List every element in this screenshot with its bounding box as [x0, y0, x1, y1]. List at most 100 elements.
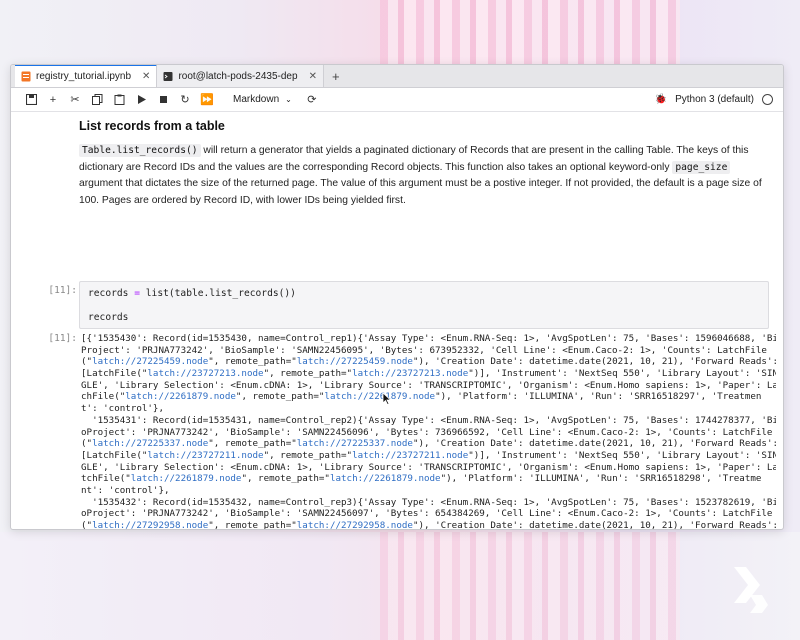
code-cell-input[interactable]: records = list(table.list_records()) rec…	[79, 281, 769, 329]
latch-link[interactable]: latch://2261879.node	[324, 391, 435, 402]
latch-link[interactable]: latch://27225337.node	[297, 438, 413, 449]
output-line: '1535432': Record(id=1535432, name=Contr…	[81, 497, 776, 509]
run-button[interactable]	[131, 91, 151, 109]
save-button[interactable]	[21, 91, 41, 109]
paste-button[interactable]	[109, 91, 129, 109]
output-line: ("latch://27225337.node", remote_path="l…	[81, 438, 776, 450]
kernel-name[interactable]: Python 3 (default)	[675, 94, 754, 105]
latch-link[interactable]: latch://27225459.node	[92, 356, 208, 367]
fast-forward-icon: ⏩	[200, 94, 214, 106]
output-text: ")], 'Instrument': 'NextSeq 550', 'Libra…	[468, 449, 776, 461]
output-line: ("latch://27225459.node", remote_path="l…	[81, 356, 776, 368]
plus-icon: +	[49, 93, 57, 106]
cell-heading: List records from a table	[79, 119, 225, 133]
output-line: tchFile("latch://2261879.node", remote_p…	[81, 473, 776, 485]
paste-icon	[114, 94, 124, 105]
play-icon	[137, 95, 146, 104]
terminal-icon	[163, 71, 173, 81]
latch-link[interactable]: latch://2261879.node	[330, 473, 441, 484]
notebook-toolbar: + ✂ ↻ ⏩ Markdown ⌄ ⟳ 🐞 Python 3 (default…	[11, 88, 783, 112]
latch-link[interactable]: latch://27225337.node	[92, 438, 208, 449]
code-cell-output: [{'1535430': Record(id=1535430, name=Con…	[81, 333, 776, 530]
output-text: "), 'Platform': 'ILLUMINA', 'Run': 'SRR1…	[435, 391, 762, 403]
latch-link[interactable]: latch://27292958.node	[92, 520, 208, 529]
output-text: ", remote_path="	[263, 368, 353, 380]
output-line: oProject': 'PRJNA773242', 'BioSample': '…	[81, 427, 776, 439]
paragraph-text: dictionary are Record IDs and the values…	[79, 161, 670, 173]
stop-icon	[159, 96, 167, 103]
tab-terminal[interactable]: root@latch-pods-2435-dep ✕	[157, 65, 324, 87]
markdown-cell[interactable]: List records from a table Table.list_rec…	[79, 119, 769, 209]
cut-button[interactable]: ✂	[65, 91, 85, 109]
code-line: records = list(table.list_records())	[88, 288, 760, 299]
output-text: ", remote_path="	[208, 356, 297, 368]
kernel-status-icon	[762, 94, 773, 105]
latch-link[interactable]: latch://27225459.node	[297, 356, 413, 367]
close-icon[interactable]: ✕	[142, 71, 150, 82]
mouse-cursor-icon	[382, 392, 392, 405]
scissors-icon: ✂	[70, 94, 80, 106]
output-text: [LatchFile("	[81, 449, 148, 461]
output-text: ")], 'Instrument': 'NextSeq 550', 'Libra…	[468, 368, 776, 380]
output-line: [LatchFile("latch://23727211.node", remo…	[81, 450, 776, 462]
output-line: [LatchFile("latch://23727213.node", remo…	[81, 368, 776, 380]
stop-button[interactable]	[153, 91, 173, 109]
close-icon[interactable]: ✕	[309, 71, 317, 82]
latch-link[interactable]: latch://2261879.node	[125, 391, 236, 402]
output-text: oProject': 'PRJNA773242', 'BioSample': '…	[81, 508, 773, 520]
output-line: ("latch://27292958.node", remote_path="l…	[81, 520, 776, 530]
output-line: t': 'control'},	[81, 403, 776, 415]
background-stripes-top	[380, 0, 680, 64]
output-text: '1535431': Record(id=1535431, name=Contr…	[81, 414, 776, 426]
git-button[interactable]: ⟳	[302, 91, 322, 109]
cell-type-select[interactable]: Markdown ⌄	[233, 94, 292, 105]
restart-run-all-button[interactable]: ⏩	[197, 91, 217, 109]
tab-bar: registry_tutorial.ipynb ✕ root@latch-pod…	[11, 65, 783, 88]
inline-code: page_size	[672, 160, 731, 174]
output-text: t': 'control'},	[81, 403, 164, 415]
output-text: tchFile("	[81, 473, 131, 485]
input-prompt: [11]:	[48, 285, 77, 296]
output-text: "), 'Creation Date': datetime.date(2021,…	[412, 520, 776, 530]
latch-link[interactable]: latch://23727211.node	[352, 450, 468, 461]
restart-button[interactable]: ↻	[175, 91, 195, 109]
output-text: oProject': 'PRJNA773242', 'BioSample': '…	[81, 426, 773, 438]
cell-paragraph: Table.list_records() will return a gener…	[79, 143, 769, 209]
latch-link[interactable]: latch://27292958.node	[297, 520, 413, 529]
output-text: ("	[81, 356, 93, 368]
output-text: [{'1535430': Record(id=1535430, name=Con…	[81, 333, 776, 344]
latch-logo-icon	[734, 567, 768, 613]
cell-type-label: Markdown	[233, 94, 280, 105]
output-line: [{'1535430': Record(id=1535430, name=Con…	[81, 333, 776, 345]
copy-button[interactable]	[87, 91, 107, 109]
code-operator: =	[134, 288, 140, 299]
save-icon	[25, 94, 37, 105]
debugger-icon[interactable]: 🐞	[655, 94, 667, 105]
output-line: oProject': 'PRJNA773242', 'BioSample': '…	[81, 508, 776, 520]
output-text: ", remote_path="	[208, 438, 297, 450]
output-text: ", remote_path="	[263, 449, 353, 461]
output-text: GLE', 'Library Selection': <Enum.cDNA: 1…	[81, 461, 776, 473]
latch-link[interactable]: latch://2261879.node	[131, 473, 242, 484]
output-text: ", remote_path="	[235, 391, 325, 403]
latch-link[interactable]: latch://23727211.node	[147, 450, 263, 461]
output-text: ("	[81, 438, 93, 450]
jupyterlab-window: registry_tutorial.ipynb ✕ root@latch-pod…	[10, 64, 784, 530]
inline-code: Table.list_records()	[79, 144, 201, 157]
new-tab-button[interactable]: +	[324, 65, 348, 87]
insert-cell-button[interactable]: +	[43, 91, 63, 109]
background-stripes-bottom	[380, 532, 680, 640]
latch-link[interactable]: latch://23727213.node	[352, 368, 468, 379]
notebook-file-icon	[21, 71, 31, 82]
git-icon: ⟳	[307, 94, 317, 106]
tab-notebook[interactable]: registry_tutorial.ipynb ✕	[15, 65, 158, 87]
output-line: Project': 'PRJNA773242', 'BioSample': 'S…	[81, 345, 776, 357]
output-text: GLE', 'Library Selection': <Enum.cDNA: 1…	[81, 379, 776, 391]
latch-link[interactable]: latch://23727213.node	[147, 368, 263, 379]
output-text: nt': 'control'},	[81, 484, 170, 496]
copy-icon	[91, 94, 102, 105]
output-line: GLE', 'Library Selection': <Enum.cDNA: 1…	[81, 380, 776, 392]
output-text: Project': 'PRJNA773242', 'BioSample': 'S…	[81, 344, 767, 356]
output-text: "), 'Creation Date': datetime.date(2021,…	[412, 356, 776, 368]
output-text: chFile("	[81, 391, 126, 403]
